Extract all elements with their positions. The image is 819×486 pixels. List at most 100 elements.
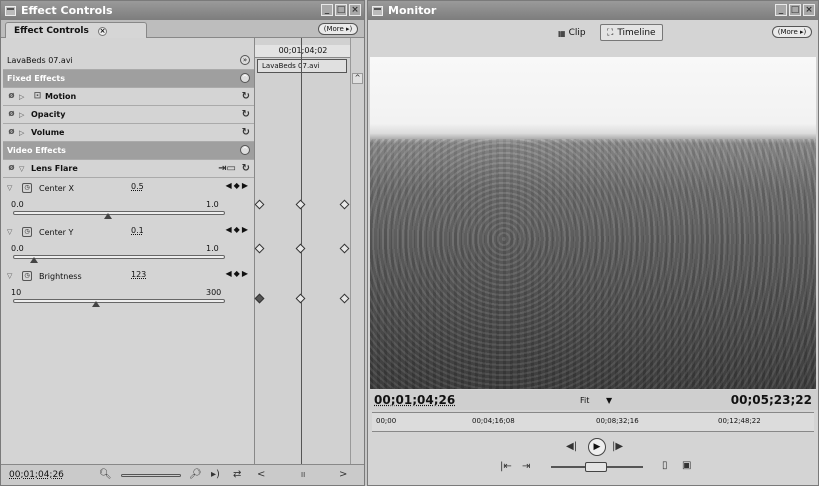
zoom-in-icon[interactable]: 🔎︎ (189, 469, 202, 480)
fit-dropdown[interactable]: Fit ▼ (580, 396, 612, 405)
play-audio-icon[interactable]: ▸) (211, 469, 220, 480)
time-ruler[interactable]: 00;00 00;04;16;08 00;08;32;16 00;12;48;2… (372, 412, 814, 432)
scroll-thumb[interactable]: II (301, 471, 305, 479)
play-button[interactable]: ▶ (588, 438, 606, 456)
scroll-left-icon[interactable]: < (257, 469, 265, 480)
effect-controls-tabrow: Effect Controls × (More ▸) (1, 20, 364, 38)
keyframe-nav-icon[interactable]: ◀◆▶ (226, 181, 250, 190)
duration-timecode: 00;05;23;22 (730, 393, 812, 407)
footer-timecode[interactable]: 00;01;04;26 (9, 470, 64, 480)
toggle-effect-icon[interactable]: ø (7, 92, 16, 101)
collapse-icon[interactable]: ^ (240, 73, 250, 83)
show-timeline-icon[interactable]: » (240, 55, 250, 65)
slider-thumb[interactable] (30, 257, 39, 263)
collapse-triangle-icon[interactable]: ▽ (19, 165, 27, 173)
scroll-right-icon[interactable]: > (339, 469, 347, 480)
reset-icon[interactable]: ↻ (242, 163, 250, 174)
monitor-info-bar: 00;01;04;26 Fit ▼ 00;05;23;22 (368, 390, 818, 410)
ruler-label: 00;12;48;22 (718, 417, 761, 425)
slider-thumb[interactable] (104, 213, 113, 219)
maximize-icon[interactable]: □ (335, 4, 347, 16)
timeline-view-button[interactable]: ⛶ Timeline (600, 24, 663, 41)
slider-center-y[interactable]: 0.0 1.0 (3, 242, 254, 266)
timeline-timecode: 00;01;04;02 (255, 45, 351, 58)
param-label: Brightness (39, 271, 82, 281)
effect-row-lens-flare[interactable]: ø ▽ Lens Flare ⇥▭ ↻ (3, 160, 254, 178)
keyframe-icon[interactable] (295, 243, 306, 254)
minimize-icon[interactable]: _ (321, 4, 333, 16)
effect-label: Motion (45, 92, 77, 101)
keyframe-nav-icon[interactable]: ◀◆▶ (226, 225, 250, 234)
expand-triangle-icon[interactable]: ▷ (19, 129, 27, 137)
collapse-triangle-icon[interactable]: ▽ (7, 228, 15, 236)
settings-dialog-icon[interactable]: ⇥▭ (218, 163, 236, 174)
reset-icon[interactable]: ↻ (242, 109, 250, 120)
param-value[interactable]: 0.5 (131, 182, 144, 191)
jog-thumb[interactable] (585, 462, 607, 472)
scroll-up-icon[interactable]: ^ (352, 73, 363, 84)
stopwatch-icon[interactable]: ◷ (22, 227, 32, 237)
slider-track[interactable] (13, 299, 225, 303)
expand-triangle-icon[interactable]: ▷ (19, 111, 27, 119)
effect-row-volume[interactable]: ø ▷ Volume ↻ (3, 124, 254, 142)
param-value[interactable]: 123 (131, 270, 146, 279)
slider-min: 0.0 (11, 244, 24, 253)
panel-menu-icon[interactable] (372, 5, 383, 16)
step-back-icon[interactable]: ◀| (566, 441, 577, 452)
collapse-triangle-icon[interactable]: ▽ (7, 272, 15, 280)
toggle-effect-icon[interactable]: ø (7, 164, 16, 173)
go-to-out-icon[interactable]: ⇥ (522, 461, 530, 472)
close-icon[interactable]: × (349, 4, 361, 16)
keyframe-icon[interactable] (339, 293, 350, 304)
close-icon[interactable]: × (803, 4, 815, 16)
slider-center-x[interactable]: 0.0 1.0 (3, 198, 254, 222)
tab-close-icon[interactable]: × (98, 27, 108, 36)
keyframe-icon[interactable] (254, 293, 265, 304)
zoom-slider[interactable] (121, 474, 181, 477)
tab-effect-controls[interactable]: Effect Controls × (5, 22, 147, 38)
loop-icon[interactable]: ⇄ (233, 469, 241, 480)
minimize-icon[interactable]: _ (775, 4, 787, 16)
effect-timeline[interactable]: 00;01;04;02 LavaBeds 07.avi (254, 38, 351, 464)
zoom-out-icon[interactable]: 🔍︎ (99, 469, 112, 480)
clip-view-button[interactable]: ▦ Clip (558, 25, 586, 41)
effect-controls-footer: 00;01;04;26 🔍︎ 🔎︎ ▸) ⇄ < II > (1, 464, 364, 485)
maximize-icon[interactable]: □ (789, 4, 801, 16)
go-to-in-icon[interactable]: |⇤ (500, 461, 512, 472)
slider-brightness[interactable]: 10 300 (3, 286, 254, 310)
slider-track[interactable] (13, 255, 225, 259)
expand-triangle-icon[interactable]: ▷ (19, 93, 27, 101)
monitor-title: Monitor (388, 4, 437, 17)
ruler-label: 00;04;16;08 (472, 417, 515, 425)
keyframe-icon[interactable] (339, 243, 350, 254)
stopwatch-icon[interactable]: ◷ (22, 271, 32, 281)
more-button[interactable]: (More ▸) (772, 26, 812, 38)
keyframe-icon[interactable] (339, 199, 350, 210)
shuttle-icon[interactable]: ▯ (662, 460, 668, 471)
keyframe-icon[interactable] (254, 243, 265, 254)
slider-thumb[interactable] (91, 301, 100, 307)
effect-label: Lens Flare (31, 164, 78, 173)
effect-row-opacity[interactable]: ø ▷ Opacity ↻ (3, 106, 254, 124)
keyframe-icon[interactable] (295, 199, 306, 210)
safe-margins-icon[interactable]: ▣ (682, 460, 691, 471)
keyframe-icon[interactable] (254, 199, 265, 210)
panel-menu-icon[interactable] (5, 5, 16, 16)
param-value[interactable]: 0.1 (131, 226, 144, 235)
current-timecode[interactable]: 00;01;04;26 (374, 393, 455, 407)
vertical-scrollbar[interactable]: ^ (350, 38, 364, 464)
collapse-icon[interactable]: ^ (240, 145, 250, 155)
keyframe-icon[interactable] (295, 293, 306, 304)
stopwatch-icon[interactable]: ◷ (22, 183, 32, 193)
step-forward-icon[interactable]: |▶ (612, 441, 623, 452)
reset-icon[interactable]: ↻ (242, 91, 250, 102)
clip-bar[interactable]: LavaBeds 07.avi (257, 59, 347, 73)
more-button[interactable]: (More ▸) (318, 23, 358, 35)
effect-row-motion[interactable]: ø ▷ ⊡ Motion ↻ (3, 88, 254, 106)
keyframe-nav-icon[interactable]: ◀◆▶ (226, 269, 250, 278)
toggle-effect-icon[interactable]: ø (7, 110, 16, 119)
toggle-effect-icon[interactable]: ø (7, 128, 16, 137)
collapse-triangle-icon[interactable]: ▽ (7, 184, 15, 192)
reset-icon[interactable]: ↻ (242, 127, 250, 138)
slider-track[interactable] (13, 211, 225, 215)
